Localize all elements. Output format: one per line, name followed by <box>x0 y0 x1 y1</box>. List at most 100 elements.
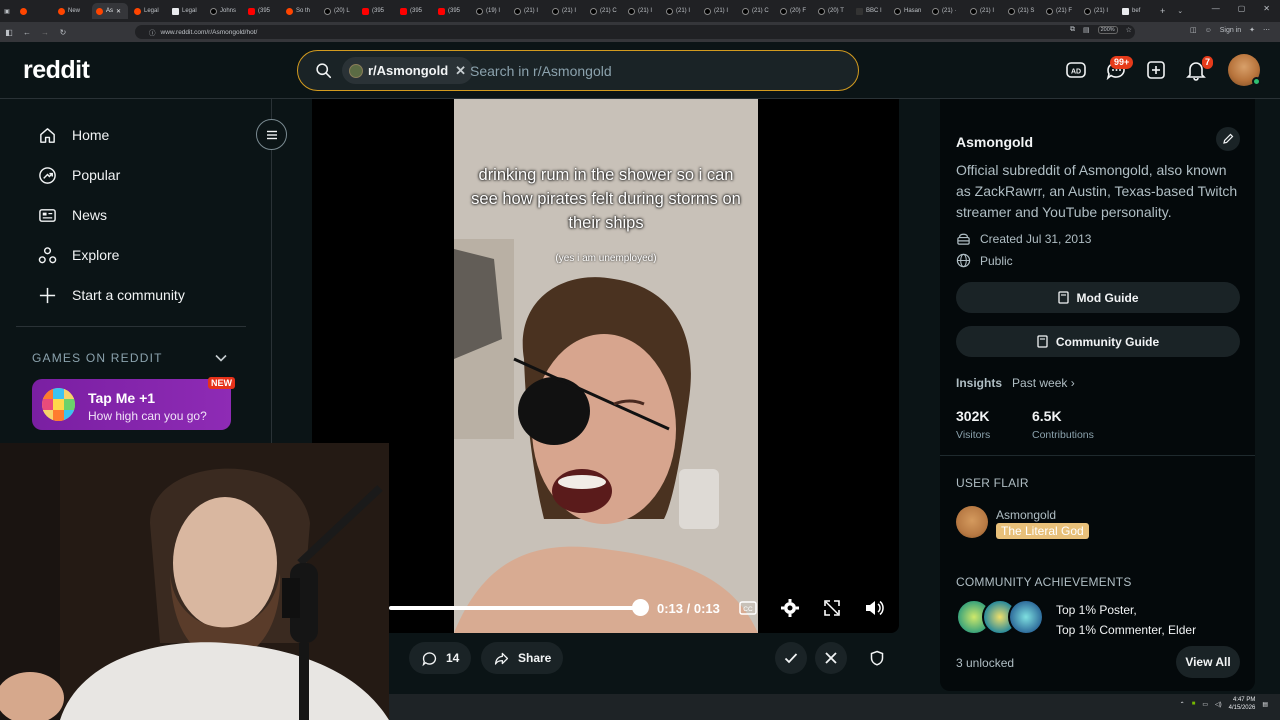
browser-tab[interactable]: New <box>54 3 90 19</box>
screen-cast-icon[interactable]: ⧉ <box>1070 26 1075 34</box>
browser-tab[interactable]: (21) I <box>510 3 546 19</box>
achievement-badges[interactable] <box>956 597 1046 637</box>
reload-button[interactable]: ↻ <box>54 28 72 37</box>
browser-tab[interactable]: (20) L <box>320 3 356 19</box>
browser-tab[interactable]: (395 <box>396 3 432 19</box>
browser-tab[interactable]: (395 <box>244 3 280 19</box>
browser-tab[interactable]: Legal <box>130 3 166 19</box>
browser-tab[interactable]: Johns <box>206 3 242 19</box>
advertise-icon[interactable]: AD <box>1064 58 1088 82</box>
comments-button[interactable]: 14 <box>409 642 472 674</box>
reddit-icon <box>58 7 65 15</box>
browser-tab[interactable]: (20) T <box>814 3 850 19</box>
search-bar[interactable]: r/Asmongold ✕ <box>297 50 859 91</box>
browser-tab[interactable]: So th <box>282 3 318 19</box>
share-button[interactable]: Share <box>481 642 564 674</box>
browser-tab[interactable]: (21) I <box>662 3 698 19</box>
mod-guide-button[interactable]: Mod Guide <box>956 282 1240 313</box>
forward-button[interactable]: → <box>36 28 54 37</box>
sidebar-item-home[interactable]: Home <box>38 123 109 147</box>
browser-tab[interactable]: (21) I <box>966 3 1002 19</box>
game-card-tap-me[interactable]: Tap Me +1 How high can you go? <box>32 379 231 430</box>
browser-tab[interactable]: (395 <box>434 3 470 19</box>
sidebar-item-news[interactable]: News <box>38 203 107 227</box>
browser-tab[interactable]: (21) F <box>1042 3 1078 19</box>
view-all-button[interactable]: View All <box>1176 646 1240 678</box>
browser-tab[interactable]: (395 <box>358 3 394 19</box>
browser-more-icon[interactable]: ⋯ <box>1263 26 1270 34</box>
reddit-logo[interactable]: reddit <box>23 56 90 85</box>
close-tab-icon[interactable]: ✕ <box>116 8 121 15</box>
remove-button[interactable] <box>815 642 847 674</box>
new-tab-button[interactable]: + <box>1160 6 1165 16</box>
video-progress-bar[interactable] <box>389 606 641 610</box>
remove-filter-icon[interactable]: ✕ <box>455 63 466 79</box>
community-guide-button[interactable]: Community Guide <box>956 326 1240 357</box>
browser-tab[interactable]: bef <box>1118 3 1154 19</box>
nvidia-icon[interactable]: ■ <box>1192 701 1196 707</box>
search-input[interactable] <box>470 61 840 81</box>
sidebar-item-start-community[interactable]: Start a community <box>38 283 185 307</box>
sound-icon[interactable]: ◁) <box>1215 701 1222 708</box>
games-section-header[interactable]: GAMES ON REDDIT <box>32 351 163 365</box>
globe-icon <box>956 253 971 268</box>
close-window-button[interactable]: ✕ <box>1263 4 1270 13</box>
bookmark-star-icon[interactable]: ☆ <box>1126 26 1132 34</box>
user-avatar[interactable] <box>1228 54 1261 86</box>
browser-tab[interactable] <box>16 3 52 19</box>
browser-tab[interactable]: (21) I <box>700 3 736 19</box>
insights-row[interactable]: Insights Past week › <box>956 376 1075 390</box>
video-player[interactable]: drinking rum in the shower so i can see … <box>312 99 899 633</box>
profile-icon[interactable]: ☺ <box>1205 27 1212 34</box>
address-bar[interactable]: ⓘ www.reddit.com/r/Asmongold/hot/ <box>135 25 1135 39</box>
fullscreen-icon[interactable] <box>822 598 842 618</box>
copilot-icon[interactable]: ✦ <box>1249 26 1255 34</box>
sidebar-item-popular[interactable]: Popular <box>38 163 120 187</box>
chevron-down-icon[interactable] <box>214 351 228 365</box>
subreddit-filter-chip[interactable]: r/Asmongold ✕ <box>342 57 474 84</box>
volume-icon[interactable] <box>864 598 884 618</box>
visitors-value: 302K <box>956 408 990 424</box>
notification-center-icon[interactable]: ▤ <box>1262 701 1268 708</box>
video-scrubber-handle[interactable] <box>632 599 649 616</box>
zoom-indicator[interactable]: 200% <box>1097 26 1118 34</box>
browser-tab[interactable]: (21) I <box>624 3 660 19</box>
browser-tab[interactable]: BBC I <box>852 3 888 19</box>
create-post-icon[interactable] <box>1144 58 1168 82</box>
browser-tab[interactable]: (21) I <box>1080 3 1116 19</box>
flair-avatar[interactable] <box>956 506 988 538</box>
browser-menu-icon[interactable]: ▣ <box>0 8 14 15</box>
collapse-nav-button[interactable] <box>256 119 287 150</box>
browser-tab[interactable]: (21) · <box>928 3 964 19</box>
sidebar-item-explore[interactable]: Explore <box>38 243 119 267</box>
browser-tab[interactable]: Hasan <box>890 3 926 19</box>
approve-button[interactable] <box>775 642 807 674</box>
browser-tab[interactable]: (20) F <box>776 3 812 19</box>
browser-tab[interactable]: (21) S <box>1004 3 1040 19</box>
reader-icon[interactable]: ▤ <box>1083 26 1090 34</box>
extensions-icon[interactable]: ◫ <box>1190 26 1197 34</box>
signin-label[interactable]: Sign in <box>1220 27 1241 34</box>
network-icon[interactable]: ▭ <box>1202 701 1208 708</box>
browser-tab[interactable]: (21) I <box>548 3 584 19</box>
sidebar-toggle-icon[interactable]: ◧ <box>0 28 18 37</box>
browser-tab[interactable]: (19) I <box>472 3 508 19</box>
maximize-button[interactable]: ▢ <box>1238 4 1246 13</box>
site-info-icon[interactable]: ⓘ <box>149 27 156 37</box>
browser-tab[interactable]: (21) C <box>586 3 622 19</box>
browser-tab[interactable]: As ✕ <box>92 3 128 19</box>
browser-tab[interactable]: (21) C <box>738 3 774 19</box>
back-button[interactable]: ← <box>18 28 36 37</box>
system-clock[interactable]: 4:47 PM 4/15/2026 <box>1229 696 1256 712</box>
settings-gear-icon[interactable] <box>780 598 800 618</box>
browser-tab-label: As <box>106 8 114 14</box>
mod-shield-button[interactable] <box>861 642 893 674</box>
minimize-button[interactable]: — <box>1212 4 1220 13</box>
flair-tag[interactable]: The Literal God <box>996 523 1089 539</box>
tray-chevron-icon[interactable]: ⌃ <box>1180 701 1185 708</box>
tab-list-chevron-icon[interactable]: ⌄ <box>1177 7 1183 15</box>
browser-toolbar: ◧ ← → ↻ ⓘ www.reddit.com/r/Asmongold/hot… <box>0 22 1280 42</box>
browser-tab[interactable]: Legal <box>168 3 204 19</box>
edit-community-button[interactable] <box>1216 127 1240 151</box>
captions-icon[interactable]: CC <box>738 598 758 618</box>
